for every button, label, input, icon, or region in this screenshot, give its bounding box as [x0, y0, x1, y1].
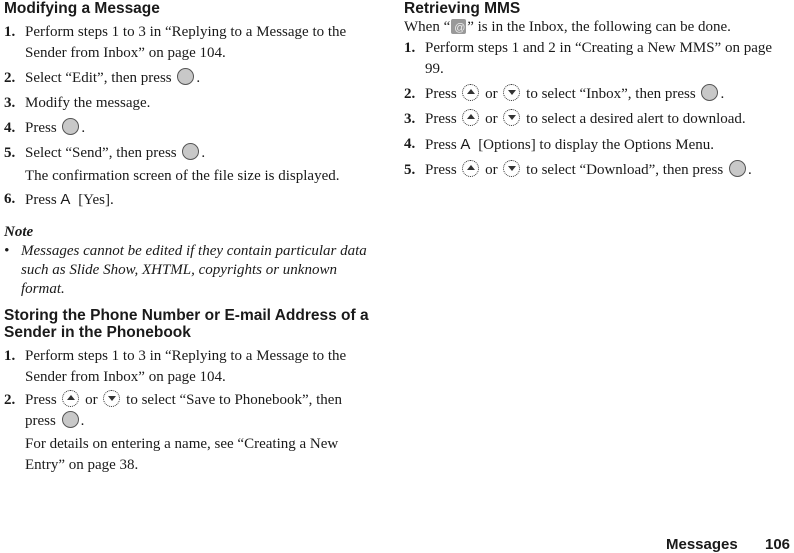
nav-down-icon — [503, 160, 521, 177]
footer-section-name: Messages — [666, 536, 738, 553]
center-key-icon — [701, 84, 719, 101]
heading-storing-phone-number: Storing the Phone Number or E-mail Addre… — [4, 307, 369, 341]
nav-up-icon — [62, 390, 80, 407]
step-3: 3. Modify the message. — [4, 95, 151, 111]
footer-page-number: 106 — [765, 536, 791, 553]
nav-down-icon — [503, 109, 521, 126]
step-2: 2. Select “Edit”, then press . — [4, 68, 201, 86]
left-column: Modifying a Message 1. Perform steps 1 t… — [4, 0, 374, 476]
heading-retrieving-mms: Retrieving MMS — [404, 0, 521, 17]
center-key-icon — [61, 411, 79, 428]
step-4: 4. Press . — [4, 118, 86, 136]
step-2-detail: For details on entering a name, see “Cre… — [25, 436, 339, 473]
step-2: 2. Press or to select “Inbox”, then pres… — [404, 84, 725, 102]
center-key-icon — [62, 118, 80, 135]
step-5: 5. Press or to select “Download”, then p… — [404, 160, 752, 178]
heading-modifying-message: Modifying a Message — [4, 0, 160, 17]
step-5-detail: The confirmation screen of the file size… — [25, 168, 340, 184]
step-6: 6. Press A [Yes]. — [4, 191, 114, 208]
nav-up-icon — [462, 84, 480, 101]
step-4: 4. Press A [Options] to display the Opti… — [404, 136, 715, 153]
step-5: 5. Select “Send”, then press . — [4, 143, 206, 161]
nav-up-icon — [462, 109, 480, 126]
center-key-icon — [182, 143, 200, 160]
intro-text: When “” is in the Inbox, the following c… — [404, 17, 784, 38]
mms-alert-icon — [451, 18, 467, 38]
center-key-icon — [728, 160, 746, 177]
center-key-icon — [177, 68, 195, 85]
nav-up-icon — [462, 160, 480, 177]
left-softkey-icon: A — [60, 191, 71, 208]
nav-down-icon — [503, 84, 521, 101]
left-softkey-icon: A — [460, 136, 471, 153]
step-3: 3. Press or to select a desired alert to… — [404, 109, 746, 127]
nav-down-icon — [103, 390, 121, 407]
step-1: 1. Perform steps 1 and 2 in “Creating a … — [404, 40, 773, 77]
step-2: 2. Press or to select “Save to Phonebook… — [4, 390, 342, 429]
note-title: Note — [4, 224, 34, 240]
step-1: 1. Perform steps 1 to 3 in “Replying to … — [4, 24, 347, 61]
step-1: 1. Perform steps 1 to 3 in “Replying to … — [4, 348, 347, 385]
note-text: • Messages cannot be edited if they cont… — [4, 243, 367, 297]
right-column: Retrieving MMS When “” is in the Inbox, … — [404, 0, 784, 181]
